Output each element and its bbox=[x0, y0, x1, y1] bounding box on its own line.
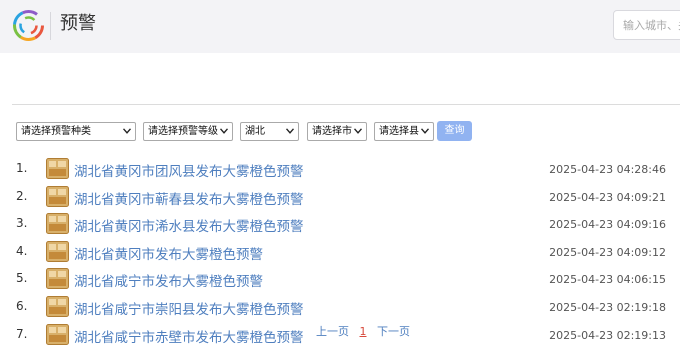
list-item: 2. 湖北省黄冈市蕲春县发布大雾橙色预警 2025-04-23 04:09:21 bbox=[0, 185, 680, 211]
list-item: 6. 湖北省咸宁市崇阳县发布大雾橙色预警 2025-04-23 02:19:18 bbox=[0, 295, 680, 321]
warning-icon bbox=[46, 240, 69, 262]
county-select[interactable]: 请选择县 bbox=[374, 122, 434, 141]
warning-icon bbox=[46, 213, 69, 234]
city-select[interactable]: 请选择市 bbox=[307, 122, 367, 141]
warning-time: 2025-04-23 04:28:46 bbox=[549, 163, 666, 176]
chevron-down-icon bbox=[220, 128, 228, 134]
prev-page-link[interactable]: 上一页 bbox=[316, 325, 349, 338]
warning-time: 2025-04-23 04:09:21 bbox=[549, 190, 666, 204]
warning-icon bbox=[46, 323, 69, 345]
warning-title-link[interactable]: 湖北省黄冈市浠水县发布大雾橙色预警 bbox=[74, 215, 304, 235]
pagination: 上一页 1 下一页 bbox=[316, 323, 417, 339]
warning-title-link[interactable]: 湖北省黄冈市发布大雾橙色预警 bbox=[74, 243, 263, 263]
item-number: 7. bbox=[16, 326, 28, 341]
city-select-value: 请选择市 bbox=[312, 126, 352, 137]
warning-time: 2025-04-23 04:09:16 bbox=[549, 218, 666, 231]
item-number: 4. bbox=[16, 243, 28, 258]
warning-icon bbox=[46, 296, 69, 317]
divider-line bbox=[12, 104, 680, 105]
warning-title-link[interactable]: 湖北省咸宁市崇阳县发布大雾橙色预警 bbox=[74, 298, 304, 318]
logo-icon[interactable] bbox=[12, 9, 45, 42]
province-select[interactable]: 湖北 bbox=[240, 122, 299, 141]
list-item: 4. 湖北省黄冈市发布大雾橙色预警 2025-04-23 04:09:12 bbox=[0, 240, 680, 266]
query-button[interactable]: 查询 bbox=[437, 121, 472, 141]
item-number: 3. bbox=[16, 216, 28, 230]
warning-icon bbox=[46, 185, 69, 207]
page-title: 预警 bbox=[60, 13, 96, 34]
warning-icon bbox=[46, 268, 69, 289]
warning-level-select[interactable]: 请选择预警等级 bbox=[143, 122, 233, 141]
logo-divider bbox=[50, 12, 51, 40]
warning-icon bbox=[46, 158, 69, 179]
warning-type-select-value: 请选择预警种类 bbox=[21, 126, 91, 137]
current-page-number[interactable]: 1 bbox=[360, 325, 367, 338]
warning-title-link[interactable]: 湖北省咸宁市赤壁市发布大雾橙色预警 bbox=[74, 326, 304, 346]
warning-type-select[interactable]: 请选择预警种类 bbox=[16, 122, 136, 141]
city-search-input[interactable] bbox=[613, 10, 680, 40]
warning-title-link[interactable]: 湖北省咸宁市发布大雾橙色预警 bbox=[74, 270, 263, 290]
item-number: 6. bbox=[16, 299, 28, 313]
list-item: 3. 湖北省黄冈市浠水县发布大雾橙色预警 2025-04-23 04:09:16 bbox=[0, 212, 680, 238]
warning-level-select-value: 请选择预警等级 bbox=[148, 126, 218, 137]
warning-title-link[interactable]: 湖北省黄冈市蕲春县发布大雾橙色预警 bbox=[74, 188, 304, 208]
chevron-down-icon bbox=[286, 128, 294, 134]
chevron-down-icon bbox=[421, 128, 429, 134]
item-number: 1. bbox=[16, 161, 28, 175]
county-select-value: 请选择县 bbox=[379, 126, 419, 137]
item-number: 5. bbox=[16, 271, 28, 285]
warning-time: 2025-04-23 04:06:15 bbox=[549, 273, 666, 286]
chevron-down-icon bbox=[123, 128, 131, 134]
warning-time: 2025-04-23 02:19:13 bbox=[549, 328, 666, 342]
province-select-value: 湖北 bbox=[245, 126, 265, 137]
chevron-down-icon bbox=[354, 128, 362, 134]
top-header: 预警 bbox=[0, 0, 680, 53]
list-item: 5. 湖北省咸宁市发布大雾橙色预警 2025-04-23 04:06:15 bbox=[0, 267, 680, 293]
list-item: 1. 湖北省黄冈市团风县发布大雾橙色预警 2025-04-23 04:28:46 bbox=[0, 157, 680, 183]
warning-time: 2025-04-23 02:19:18 bbox=[549, 301, 666, 314]
warning-time: 2025-04-23 04:09:12 bbox=[549, 245, 666, 259]
item-number: 2. bbox=[16, 188, 28, 203]
warning-title-link[interactable]: 湖北省黄冈市团风县发布大雾橙色预警 bbox=[74, 160, 304, 180]
next-page-link[interactable]: 下一页 bbox=[377, 325, 410, 338]
